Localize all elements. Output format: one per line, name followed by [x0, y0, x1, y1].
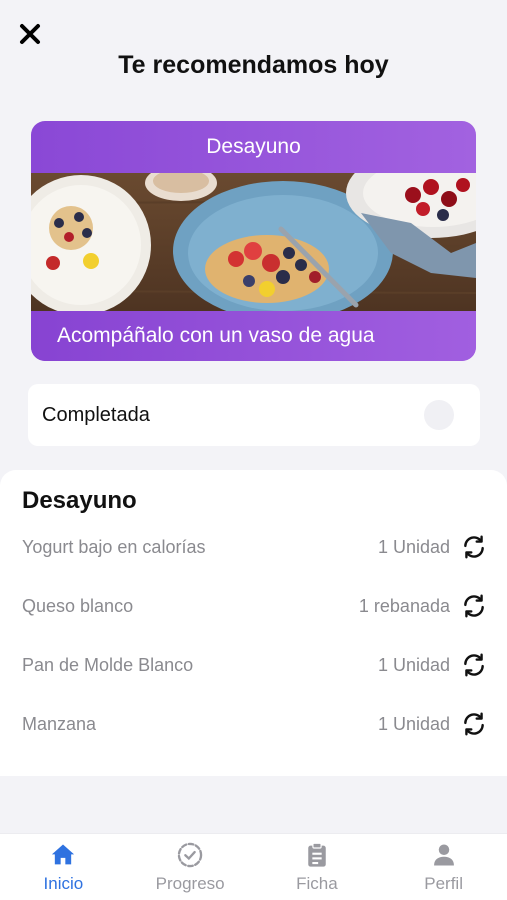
nav-label-ficha: Ficha — [296, 874, 338, 893]
food-item-name: Manzana — [22, 713, 97, 734]
meal-card-tip: Acompáñalo con un vaso de agua — [31, 311, 476, 361]
swap-food-button[interactable] — [460, 710, 488, 738]
food-item-name: Queso blanco — [22, 595, 134, 616]
food-item-row: Yogurt bajo en calorías 1 Unidad — [22, 532, 488, 562]
close-button[interactable] — [16, 20, 44, 48]
meal-card-title: Desayuno — [206, 135, 301, 158]
swap-icon — [464, 535, 484, 559]
meal-detail-title: Desayuno — [22, 487, 137, 514]
recommendation-screen: Te recomendamos hoy Desayuno Acompáñalo … — [0, 0, 507, 900]
nav-item-perfil[interactable]: Perfil — [380, 834, 507, 900]
food-item-name: Yogurt bajo en calorías — [22, 536, 206, 557]
completed-toggle[interactable] — [424, 400, 454, 430]
nav-item-inicio[interactable]: Inicio — [0, 834, 127, 900]
swap-food-button[interactable] — [460, 533, 488, 561]
food-item-quantity: 1 Unidad — [377, 536, 450, 557]
nav-label-progreso: Progreso — [155, 874, 225, 893]
swap-food-button[interactable] — [460, 651, 488, 679]
clipboard-icon — [302, 840, 332, 870]
meal-detail-sheet: Desayuno Yogurt bajo en calorías 1 Unida… — [0, 470, 507, 776]
person-icon — [429, 840, 459, 870]
food-item-row: Manzana 1 Unidad — [22, 709, 488, 739]
page-title: Te recomendamos hoy — [118, 51, 389, 79]
nav-label-inicio: Inicio — [43, 874, 84, 893]
close-icon — [20, 24, 40, 44]
progress-icon — [175, 840, 205, 870]
completed-label: Completada — [42, 403, 150, 426]
nav-item-ficha[interactable]: Ficha — [254, 834, 381, 900]
food-item-name: Pan de Molde Blanco — [22, 654, 194, 675]
food-item-quantity: 1 Unidad — [377, 713, 450, 734]
swap-icon — [464, 594, 484, 618]
swap-icon — [464, 653, 484, 677]
food-item-row: Pan de Molde Blanco 1 Unidad — [22, 650, 488, 680]
nav-item-progreso[interactable]: Progreso — [127, 834, 254, 900]
meal-card[interactable]: Desayuno Acompáñalo con un vaso de agua — [31, 121, 476, 361]
swap-food-button[interactable] — [460, 592, 488, 620]
food-item-quantity: 1 rebanada — [358, 595, 450, 616]
meal-photo — [31, 173, 476, 311]
food-item-row: Queso blanco 1 rebanada — [22, 591, 488, 621]
swap-icon — [464, 712, 484, 736]
home-icon — [48, 840, 78, 870]
completed-row[interactable]: Completada — [28, 384, 480, 446]
nav-label-perfil: Perfil — [424, 874, 463, 893]
food-item-quantity: 1 Unidad — [377, 654, 450, 675]
bottom-navigation: Inicio Progreso Ficha Perfil — [0, 833, 507, 900]
